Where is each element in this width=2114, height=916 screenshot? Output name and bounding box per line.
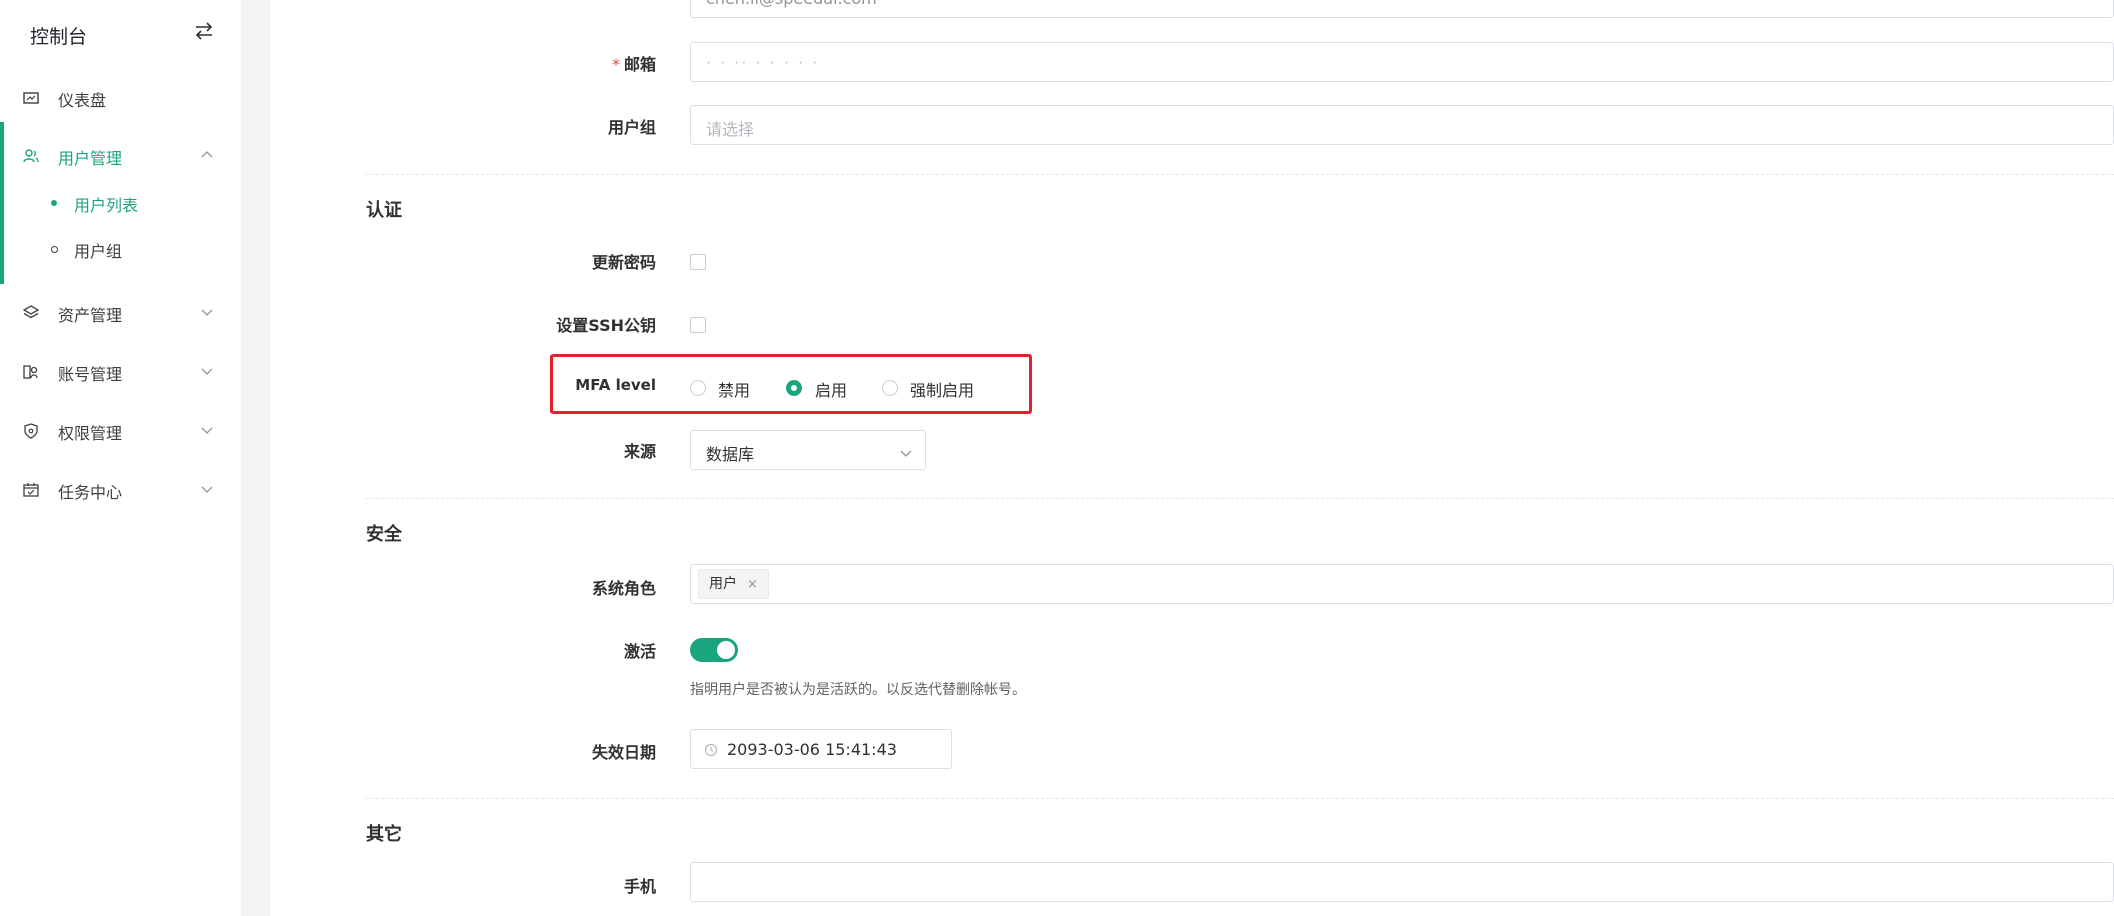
sidebar-item-asset-management[interactable]: 资产管理 xyxy=(0,291,241,333)
tag-label: 用户 xyxy=(709,576,737,592)
sidebar-item-label: 权限管理 xyxy=(58,424,123,443)
sidebar-item-user-management[interactable]: 用户管理 xyxy=(0,134,241,176)
account-icon xyxy=(23,365,38,379)
sidebar-item-dashboard[interactable]: 仪表盘 xyxy=(0,76,241,118)
email-value: · · ·· · · · · · xyxy=(706,53,820,72)
bullet-icon xyxy=(51,246,58,253)
sidebar-subitem-user-group[interactable]: 用户组 xyxy=(0,230,241,266)
sidebar-item-label: 仪表盘 xyxy=(58,91,107,110)
update-password-checkbox[interactable] xyxy=(690,254,706,270)
other-section-title: 其它 xyxy=(366,824,402,845)
swap-icon[interactable] xyxy=(193,20,215,42)
switch-knob xyxy=(717,641,735,659)
active-switch[interactable] xyxy=(690,638,738,662)
section-divider xyxy=(366,498,2114,499)
chevron-down-icon xyxy=(201,427,213,434)
chevron-down-icon xyxy=(201,309,213,316)
sidebar-item-permission-management[interactable]: 权限管理 xyxy=(0,409,241,451)
source-value: 数据库 xyxy=(706,445,755,464)
calendar-icon xyxy=(23,483,39,497)
users-icon xyxy=(23,149,39,163)
phone-input[interactable] xyxy=(690,862,2114,902)
sidebar-title: 控制台 xyxy=(30,26,88,48)
chevron-down-icon xyxy=(201,368,213,375)
system-role-label: 系统角色 xyxy=(591,579,656,598)
layers-icon xyxy=(22,305,40,319)
shield-icon xyxy=(24,423,38,439)
auth-section-title: 认证 xyxy=(366,200,402,221)
section-divider xyxy=(366,174,2114,175)
email-input[interactable]: · · ·· · · · · · xyxy=(690,42,2114,82)
system-role-select[interactable] xyxy=(690,564,2114,604)
expire-label: 失效日期 xyxy=(591,743,656,762)
phone-label: 手机 xyxy=(623,877,656,896)
highlight-box xyxy=(550,354,1032,414)
update-password-label: 更新密码 xyxy=(591,253,656,272)
user-form: chen.li@speedai.com *邮箱 · · ·· · · · · ·… xyxy=(270,0,2114,916)
sidebar-subitem-label: 用户列表 xyxy=(74,196,139,215)
sidebar-item-account-management[interactable]: 账号管理 xyxy=(0,350,241,392)
chevron-up-icon xyxy=(201,151,213,158)
close-icon[interactable]: × xyxy=(747,577,758,592)
chevron-down-icon xyxy=(900,450,912,457)
sidebar: 控制台 仪表盘 用户管理 用户列表 用户组 资产管理 账号管理 权限管理 任务中… xyxy=(0,0,241,916)
expire-date-input[interactable]: 2093-03-06 15:41:43 xyxy=(690,729,952,769)
sidebar-subitem-user-list[interactable]: 用户列表 xyxy=(0,184,241,220)
set-ssh-checkbox[interactable] xyxy=(690,317,706,333)
source-select[interactable]: 数据库 xyxy=(690,430,926,470)
expire-date-value: 2093-03-06 15:41:43 xyxy=(727,740,897,759)
sidebar-subitem-label: 用户组 xyxy=(74,242,123,261)
username-value: chen.li@speedai.com xyxy=(706,0,877,8)
sidebar-item-label: 用户管理 xyxy=(58,149,123,168)
usergroup-label: 用户组 xyxy=(607,118,656,137)
email-label: * 邮箱 xyxy=(611,55,656,74)
active-label: 激活 xyxy=(623,642,656,661)
sidebar-item-label: 资产管理 xyxy=(58,306,123,325)
dashboard-icon xyxy=(23,92,39,104)
sidebar-item-label: 账号管理 xyxy=(58,365,123,384)
username-input[interactable]: chen.li@speedai.com xyxy=(690,0,2114,18)
set-ssh-label: 设置SSH公钥 xyxy=(556,316,656,335)
sidebar-gutter xyxy=(241,0,270,916)
usergroup-placeholder: 请选择 xyxy=(706,120,755,139)
active-hint: 指明用户是否被认为是活跃的。以反选代替删除帐号。 xyxy=(690,682,1026,698)
source-label: 来源 xyxy=(623,442,656,461)
usergroup-select[interactable]: 请选择 xyxy=(690,105,2114,145)
system-role-tag: 用户 × xyxy=(698,569,769,599)
sidebar-header: 控制台 xyxy=(30,18,215,50)
clock-icon xyxy=(704,743,718,757)
section-divider xyxy=(366,798,2114,799)
sidebar-item-label: 任务中心 xyxy=(58,483,123,502)
chevron-down-icon xyxy=(201,486,213,493)
bullet-icon xyxy=(51,200,57,206)
security-section-title: 安全 xyxy=(366,524,402,545)
sidebar-item-task-center[interactable]: 任务中心 xyxy=(0,468,241,510)
